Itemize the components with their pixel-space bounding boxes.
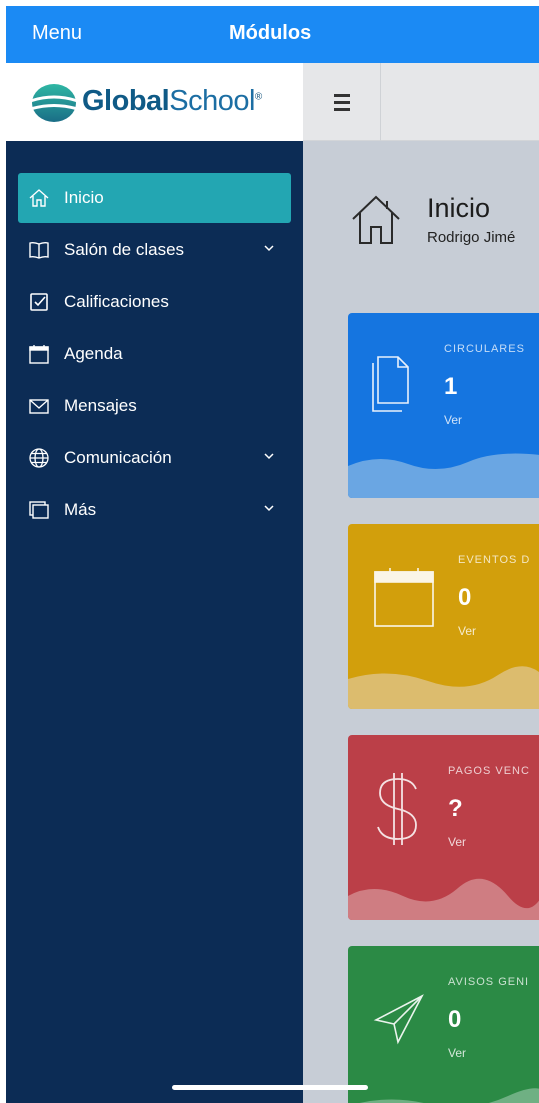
checkbox-icon — [28, 291, 50, 313]
eventos-card[interactable]: EVENTOS D 0 Ver — [348, 524, 539, 709]
card-link[interactable]: Ver — [448, 835, 466, 849]
card-title: PAGOS VENC — [448, 765, 530, 777]
brand-rest: School — [169, 85, 255, 117]
card-value: ? — [448, 795, 463, 822]
chevron-down-icon — [264, 505, 274, 512]
document-icon — [372, 356, 409, 412]
screen-title: Módulos — [229, 22, 312, 44]
sidebar-item-label: Mensajes — [64, 396, 137, 415]
app-frame: Menu Módulos GlobalSchool® Inicio Salón … — [6, 6, 539, 1103]
chevron-down-icon — [264, 453, 274, 460]
calendar-icon — [374, 568, 434, 627]
card-link[interactable]: Ver — [458, 624, 476, 638]
card-title: AVISOS GENI — [448, 976, 530, 988]
sidebar-item-inicio[interactable]: Inicio — [18, 173, 291, 223]
card-link[interactable]: Ver — [448, 1046, 466, 1060]
card-title: CIRCULARES — [444, 343, 525, 355]
sidebar: Inicio Salón de clases Calificaciones Ag… — [6, 141, 303, 1103]
brand-bold: Global — [82, 85, 170, 117]
circulares-card[interactable]: CIRCULARES 1 Ver — [348, 313, 539, 498]
wave-decoration — [348, 666, 539, 709]
sidebar-item-salon[interactable]: Salón de clases — [18, 225, 291, 275]
calendar-icon — [28, 343, 50, 365]
dollar-icon — [377, 773, 417, 845]
pagos-card[interactable]: PAGOS VENC ? Ver — [348, 735, 539, 920]
hamburger-button[interactable] — [303, 63, 381, 141]
brand-logo-text: GlobalSchool® — [82, 85, 262, 118]
home-indicator[interactable] — [172, 1085, 368, 1090]
sidebar-item-mas[interactable]: Más — [18, 485, 291, 535]
user-name: Rodrigo Jimé — [427, 229, 516, 246]
home-icon — [28, 187, 50, 209]
brand-header: GlobalSchool® — [6, 63, 303, 141]
card-link[interactable]: Ver — [444, 413, 462, 427]
globe-logo-icon — [32, 84, 76, 122]
sidebar-item-calificaciones[interactable]: Calificaciones — [18, 277, 291, 327]
page-title: Inicio — [427, 193, 491, 223]
sidebar-item-label: Calificaciones — [64, 292, 169, 311]
card-value: 0 — [458, 584, 472, 611]
wave-decoration — [348, 453, 539, 498]
sidebar-item-agenda[interactable]: Agenda — [18, 329, 291, 379]
envelope-icon — [28, 395, 50, 417]
sidebar-item-comunicacion[interactable]: Comunicación — [18, 433, 291, 483]
book-icon — [28, 239, 50, 261]
hamburger-icon — [333, 92, 350, 113]
globe-icon — [28, 447, 50, 469]
chevron-down-icon — [264, 245, 274, 252]
sidebar-item-label: Más — [64, 500, 97, 519]
main-content: Inicio Rodrigo Jimé CIRCULARES 1 Ver EVE… — [303, 141, 539, 1103]
sidebar-item-label: Salón de clases — [64, 240, 185, 259]
windows-icon — [28, 499, 50, 521]
wave-decoration — [348, 878, 539, 920]
sidebar-item-label: Inicio — [64, 188, 104, 207]
header-toolbar — [303, 63, 539, 141]
card-value: 0 — [448, 1006, 462, 1033]
card-value: 1 — [444, 373, 458, 400]
wave-decoration — [359, 1088, 539, 1103]
sidebar-item-label: Agenda — [64, 344, 123, 363]
card-title: EVENTOS D — [458, 554, 531, 566]
avisos-card[interactable]: AVISOS GENI 0 Ver — [348, 946, 539, 1103]
registered-mark: ® — [254, 91, 262, 103]
sidebar-item-mensajes[interactable]: Mensajes — [18, 381, 291, 431]
home-icon — [352, 195, 400, 244]
paper-plane-icon — [373, 994, 424, 1045]
top-bar: Menu Módulos — [6, 6, 539, 63]
sidebar-item-label: Comunicación — [64, 448, 172, 467]
menu-link[interactable]: Menu — [32, 22, 82, 45]
